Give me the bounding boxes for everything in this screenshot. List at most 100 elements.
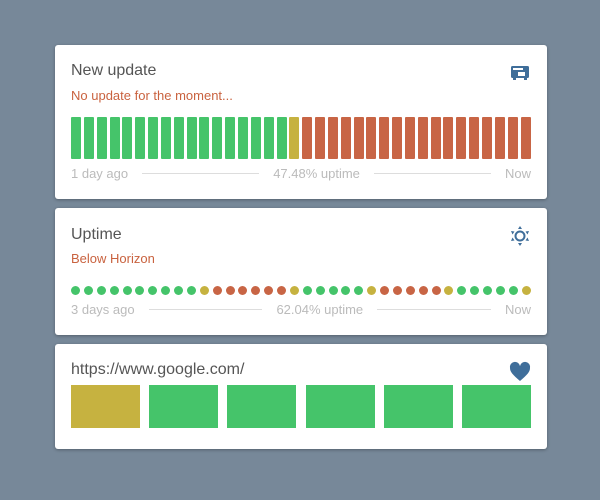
- heartbeat-up[interactable]: [508, 286, 518, 295]
- heartbeat-down[interactable]: [507, 117, 518, 159]
- uptime-label: 47.48% uptime: [273, 166, 360, 181]
- heartbeat-up[interactable]: [305, 385, 375, 428]
- card-status: No update for the moment...: [71, 88, 233, 103]
- heartbeat-up[interactable]: [148, 117, 159, 159]
- card-title: Uptime: [71, 226, 122, 243]
- heartbeat-up[interactable]: [315, 286, 325, 295]
- heartbeat-down[interactable]: [494, 117, 505, 159]
- heartbeat-down[interactable]: [443, 117, 454, 159]
- heartbeat-down[interactable]: [212, 286, 222, 295]
- heartbeat-up[interactable]: [470, 286, 480, 295]
- heartbeat-up[interactable]: [225, 117, 236, 159]
- heartbeat-up[interactable]: [109, 286, 119, 295]
- heartbeat-down[interactable]: [264, 286, 274, 295]
- heartbeat-up[interactable]: [186, 117, 197, 159]
- heartbeat-bar: [71, 286, 531, 295]
- heartbeat-partial[interactable]: [289, 117, 300, 159]
- heartbeat-down[interactable]: [225, 286, 235, 295]
- start-label: 1 day ago: [71, 166, 129, 181]
- heartbeat-bar: [71, 385, 531, 428]
- heartbeat-up[interactable]: [461, 385, 531, 428]
- heartbeat-down[interactable]: [251, 286, 261, 295]
- heartbeat-down[interactable]: [379, 117, 390, 159]
- heartbeat-up[interactable]: [96, 286, 106, 295]
- heartbeat-up[interactable]: [483, 286, 492, 295]
- heartbeat-partial[interactable]: [71, 385, 140, 428]
- card-title: New update: [71, 62, 157, 79]
- heartbeat-down[interactable]: [482, 117, 492, 159]
- heartbeat-down[interactable]: [302, 117, 313, 159]
- heartbeat-down[interactable]: [430, 117, 441, 159]
- heartbeat-up[interactable]: [276, 117, 287, 159]
- heartbeat-down[interactable]: [366, 117, 377, 159]
- heartbeat-up[interactable]: [263, 117, 274, 159]
- heartbeat-up[interactable]: [354, 286, 364, 295]
- card-status: Below Horizon: [71, 251, 155, 266]
- monitor-card-google[interactable]: https://www.google.com/: [55, 344, 547, 449]
- heartbeat-down[interactable]: [340, 117, 351, 159]
- heartbeat-up[interactable]: [173, 117, 184, 159]
- heartbeat-up[interactable]: [71, 117, 81, 159]
- heartbeat-partial[interactable]: [367, 286, 377, 295]
- monitor-card-uptime[interactable]: Uptime Below Horizon 3 days ago 62.04% u…: [55, 208, 547, 335]
- heartbeat-up[interactable]: [174, 286, 183, 295]
- heartbeat-down[interactable]: [469, 117, 480, 159]
- heartbeat-partial[interactable]: [444, 286, 454, 295]
- sun-icon: [511, 226, 529, 246]
- heartbeat-up[interactable]: [135, 286, 145, 295]
- heartbeat-down[interactable]: [238, 286, 248, 295]
- heartbeat-up[interactable]: [341, 286, 351, 295]
- timeline-footer: 3 days ago 62.04% uptime Now: [71, 302, 531, 317]
- heartbeat-up[interactable]: [122, 286, 132, 295]
- heartbeat-up[interactable]: [212, 117, 223, 159]
- heartbeat-down[interactable]: [380, 286, 389, 295]
- heartbeat-bar: [71, 117, 531, 159]
- end-label: Now: [505, 302, 532, 317]
- heartbeat-down[interactable]: [277, 286, 286, 295]
- heartbeat-partial[interactable]: [521, 286, 531, 295]
- heartbeat-up[interactable]: [227, 385, 297, 428]
- uptime-label: 62.04% uptime: [276, 302, 364, 317]
- heartbeat-up[interactable]: [122, 117, 133, 159]
- heartbeat-up[interactable]: [149, 385, 219, 428]
- heartbeat-up[interactable]: [237, 117, 248, 159]
- heartbeat-up[interactable]: [71, 286, 80, 295]
- heartbeat-up[interactable]: [160, 117, 171, 159]
- heartbeat-up[interactable]: [457, 286, 467, 295]
- heartbeat-down[interactable]: [418, 286, 428, 295]
- monitor-card-new-update[interactable]: New update No update for the moment... 1…: [55, 45, 547, 199]
- heartbeat-up[interactable]: [161, 286, 171, 295]
- heartbeat-down[interactable]: [520, 117, 531, 159]
- heartbeat-down[interactable]: [456, 117, 467, 159]
- heartbeat-up[interactable]: [302, 286, 312, 295]
- heartbeat-down[interactable]: [417, 117, 428, 159]
- start-label: 3 days ago: [71, 302, 135, 317]
- heartbeat-up[interactable]: [383, 385, 453, 428]
- timeline-footer: 1 day ago 47.48% uptime Now: [71, 166, 531, 181]
- heartbeat-down[interactable]: [392, 117, 403, 159]
- heartbeat-partial[interactable]: [289, 286, 299, 295]
- heartbeat-up[interactable]: [109, 117, 120, 159]
- heartbeat-up[interactable]: [250, 117, 261, 159]
- heartbeat-down[interactable]: [392, 286, 402, 295]
- heartbeat-down[interactable]: [353, 117, 364, 159]
- heartbeat-up[interactable]: [148, 286, 158, 295]
- heart-icon: [509, 361, 531, 381]
- heartbeat-down[interactable]: [315, 117, 326, 159]
- heartbeat-down[interactable]: [327, 117, 338, 159]
- heartbeat-up[interactable]: [328, 286, 338, 295]
- heartbeat-up[interactable]: [96, 117, 107, 159]
- heartbeat-up[interactable]: [495, 286, 505, 295]
- heartbeat-partial[interactable]: [199, 286, 209, 295]
- heartbeat-up[interactable]: [199, 117, 210, 159]
- ethernet-card-icon: [511, 66, 529, 80]
- heartbeat-up[interactable]: [83, 117, 94, 159]
- heartbeat-down[interactable]: [405, 286, 415, 295]
- heartbeat-up[interactable]: [135, 117, 146, 159]
- heartbeat-up[interactable]: [83, 286, 93, 295]
- heartbeat-down[interactable]: [431, 286, 441, 295]
- heartbeat-down[interactable]: [404, 117, 415, 159]
- heartbeat-up[interactable]: [186, 286, 196, 295]
- end-label: Now: [505, 166, 532, 181]
- card-title: https://www.google.com/: [71, 361, 245, 378]
